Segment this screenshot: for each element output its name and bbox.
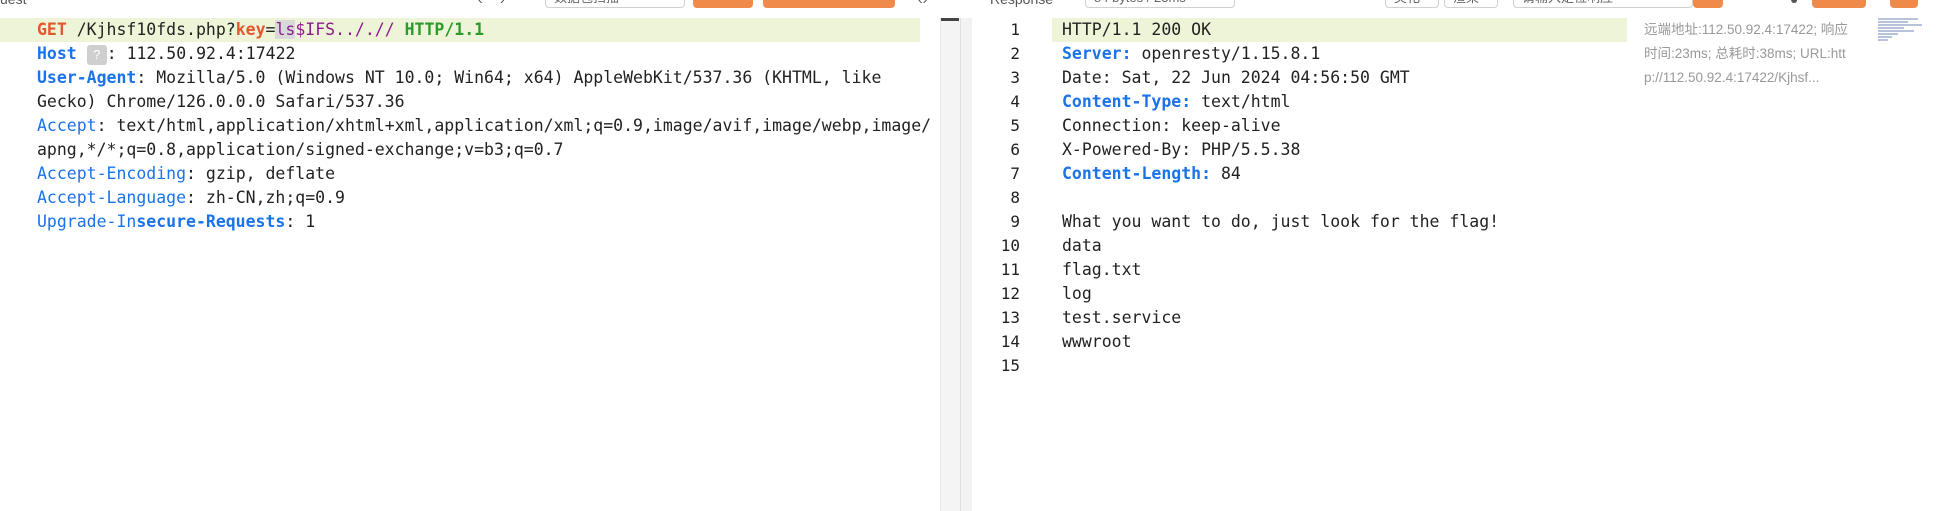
scan-button[interactable]: 数据包扫描: [545, 0, 685, 8]
response-header-content-length[interactable]: Content-Length: 84: [1062, 162, 1627, 186]
prev-arrow-icon[interactable]: ‹: [478, 0, 483, 8]
scrollbar-thumb[interactable]: [941, 18, 959, 21]
body-line[interactable]: What you want to do, just look for the f…: [1062, 210, 1627, 234]
response-header-server[interactable]: Server: openresty/1.15.8.1: [1062, 42, 1627, 66]
line-number-gutter: 1 2 3 4 5 6 7 8 9 10 11 12 13 14 15: [1000, 20, 1020, 375]
more-button[interactable]: [1890, 0, 1918, 8]
response-editor[interactable]: HTTP/1.1 200 OK Server: openresty/1.15.8…: [1052, 18, 1627, 378]
header-host[interactable]: Host ?: 112.50.92.4:17422: [37, 42, 931, 66]
request-scrollbar[interactable]: [940, 18, 960, 511]
beautify-button[interactable]: 美化: [1385, 0, 1439, 8]
body-line[interactable]: data: [1062, 234, 1627, 258]
response-label: Response: [990, 0, 1053, 8]
orange-button-1[interactable]: [693, 0, 753, 8]
header-accept[interactable]: Accept: text/html,application/xhtml+xml,…: [37, 114, 931, 138]
body-line[interactable]: test.service: [1062, 306, 1627, 330]
response-header-connection[interactable]: Connection: keep-alive: [1062, 114, 1627, 138]
next-arrow-icon[interactable]: ›: [500, 0, 505, 8]
request-title: uest: [0, 0, 26, 8]
response-header-content-type[interactable]: Content-Type: text/html: [1062, 90, 1627, 114]
response-header-powered-by[interactable]: X-Powered-By: PHP/5.5.38: [1062, 138, 1627, 162]
header-continuation[interactable]: apng,*/*;q=0.8,application/signed-exchan…: [37, 138, 931, 162]
request-line[interactable]: GET /Kjhsf10fds.php?key=ls$IFS../.// HTT…: [0, 18, 920, 42]
blank-line[interactable]: [1062, 354, 1627, 378]
render-button[interactable]: 渲染: [1444, 0, 1498, 8]
request-editor[interactable]: GET /Kjhsf10fds.php?key=ls$IFS../.// HTT…: [0, 18, 940, 511]
minimap[interactable]: [1878, 18, 1924, 50]
search-input[interactable]: 请输入定位响应: [1513, 0, 1693, 8]
response-header-date[interactable]: Date: Sat, 22 Jun 2024 04:56:50 GMT: [1062, 66, 1627, 90]
body-line[interactable]: flag.txt: [1062, 258, 1627, 282]
search-button[interactable]: [1693, 0, 1723, 8]
header-user-agent[interactable]: User-Agent: Mozilla/5.0 (Windows NT 10.0…: [37, 66, 931, 90]
body-line[interactable]: log: [1062, 282, 1627, 306]
blank-line[interactable]: [1062, 186, 1627, 210]
orange-button-3[interactable]: [811, 0, 895, 8]
header-accept-encoding[interactable]: Accept-Encoding: gzip, deflate: [37, 162, 931, 186]
help-icon[interactable]: ?: [86, 44, 107, 65]
pane-splitter[interactable]: [960, 18, 972, 511]
header-continuation[interactable]: Gecko) Chrome/126.0.0.0 Safari/537.36: [37, 90, 931, 114]
detail-button[interactable]: [1812, 0, 1866, 8]
response-meta: 84 bytes / 23ms: [1085, 0, 1235, 8]
header-accept-language[interactable]: Accept-Language: zh-CN,zh;q=0.9: [37, 186, 931, 210]
expand-icon[interactable]: ‹›: [918, 0, 927, 8]
status-icon: ●: [1790, 0, 1798, 8]
body-line[interactable]: wwwroot: [1062, 330, 1627, 354]
status-line[interactable]: HTTP/1.1 200 OK: [1052, 18, 1627, 42]
selected-text: ls: [275, 20, 296, 39]
header-upgrade-insecure[interactable]: Upgrade-Insecure-Requests: 1: [37, 210, 931, 234]
toolbar: uest ‹ › 数据包扫描 ‹› Response 84 bytes / 23…: [0, 0, 1956, 18]
response-info: 远端地址:112.50.92.4:17422; 响应 时间:23ms; 总耗时:…: [1644, 22, 1848, 85]
